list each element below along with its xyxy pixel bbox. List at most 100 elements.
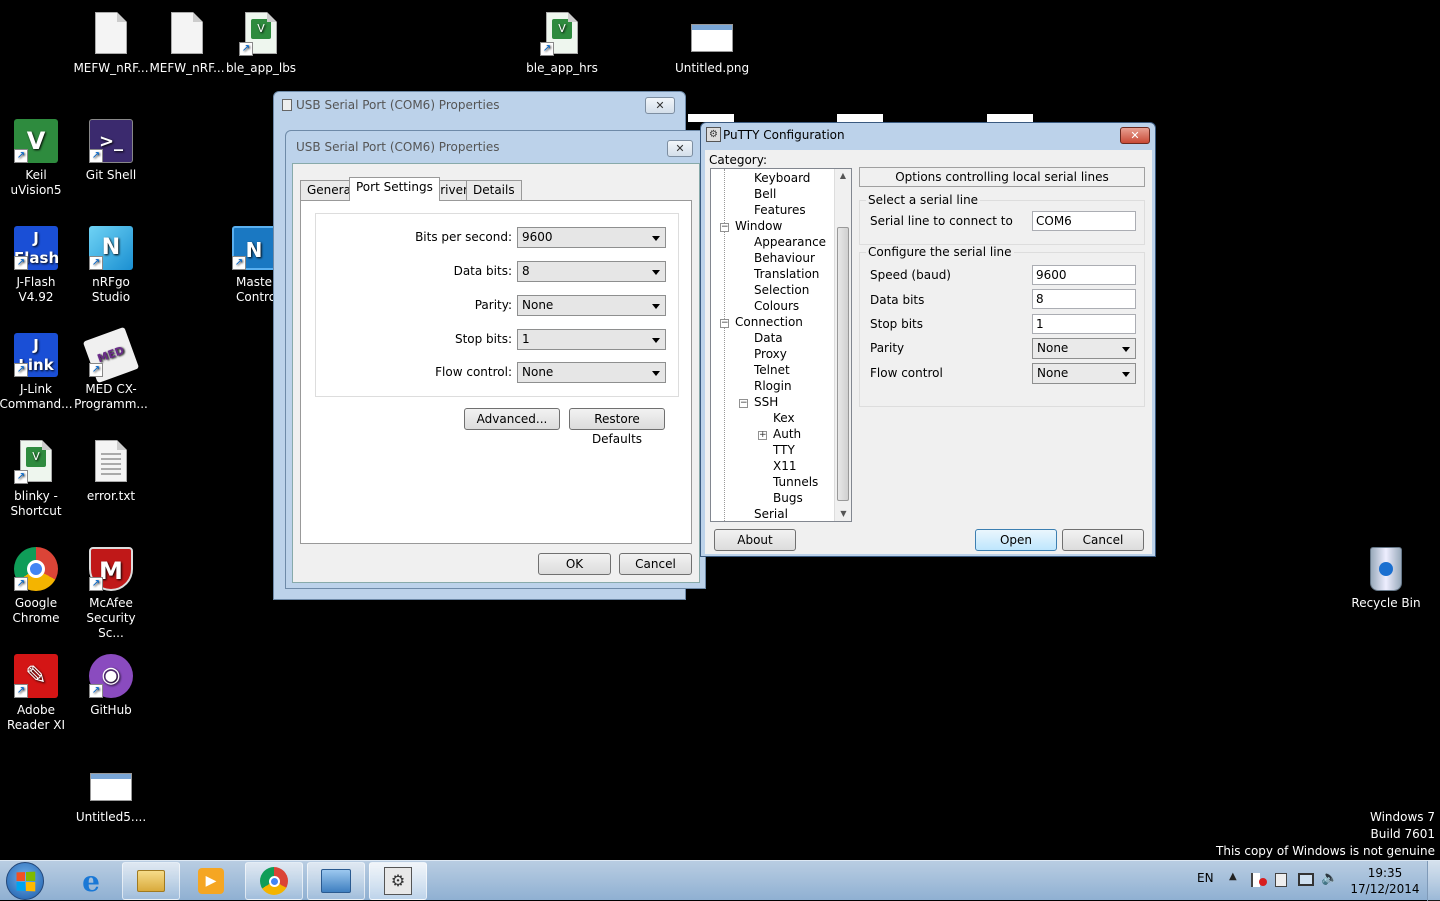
language-indicator[interactable]: EN — [1197, 871, 1214, 885]
image-file-icon — [90, 773, 132, 801]
tree-item-bell[interactable]: Bell — [754, 187, 776, 201]
desktop-icon-nrfgo[interactable]: N ↗ nRFgo Studio — [73, 224, 149, 305]
shortcut-arrow-icon: ↗ — [239, 42, 253, 56]
tree-item-translation[interactable]: Translation — [754, 267, 819, 281]
tree-item-ssh[interactable]: SSH — [754, 395, 778, 409]
cancel-button[interactable]: Cancel — [1062, 529, 1144, 551]
desktop-icon-untitled5[interactable]: Untitled5.... — [73, 759, 149, 825]
clock[interactable]: 19:35 17/12/2014 — [1346, 865, 1424, 897]
tree-scrollbar[interactable]: ▲ ▼ — [834, 169, 851, 521]
ok-button[interactable]: OK — [538, 553, 611, 575]
open-button[interactable]: Open — [975, 529, 1057, 551]
volume-icon[interactable]: 🔈 — [1321, 870, 1338, 886]
image-file-icon — [691, 24, 733, 52]
tree-item-keyboard[interactable]: Keyboard — [754, 171, 810, 185]
data-bits-input[interactable]: 8 — [1032, 289, 1136, 309]
desktop-icon-github[interactable]: ◉ ↗ GitHub — [73, 652, 149, 718]
parity-label: Parity — [870, 341, 905, 355]
desktop-icon-untitled-png[interactable]: Untitled.png — [674, 10, 750, 76]
desktop-icon-adobe-reader[interactable]: ✎ ↗ Adobe Reader XI — [0, 652, 74, 733]
tree-item-connection[interactable]: Connection — [735, 315, 803, 329]
tree-item-selection[interactable]: Selection — [754, 283, 809, 297]
tree-item-bugs[interactable]: Bugs — [773, 491, 803, 505]
desktop-icon-keil[interactable]: V ↗ Keil uVision5 — [0, 117, 74, 198]
taskbar-chrome[interactable] — [245, 862, 303, 900]
shortcut-arrow-icon: ↗ — [89, 363, 103, 377]
desktop-icon-chrome[interactable]: ↗ Google Chrome — [0, 545, 74, 626]
data-bits-select[interactable]: 8 — [517, 261, 666, 282]
collapse-icon[interactable]: − — [739, 399, 748, 408]
shortcut-arrow-icon: ↗ — [14, 577, 28, 591]
show-hidden-icons-icon[interactable]: ▲ — [1229, 871, 1237, 882]
desktop-icon-mcafee[interactable]: M ↗ McAfee Security Sc... — [73, 545, 149, 641]
stop-bits-select[interactable]: 1 — [517, 329, 666, 350]
desktop-icon-label: GitHub — [90, 703, 132, 717]
flow-control-select[interactable]: None — [1032, 363, 1136, 384]
tree-item-features[interactable]: Features — [754, 203, 806, 217]
expand-icon[interactable]: + — [758, 431, 767, 440]
desktop-icon-blinky[interactable]: V ↗ blinky - Shortcut — [0, 438, 74, 519]
scrollbar-thumb[interactable] — [837, 227, 849, 501]
desktop-icon-ble-app-lbs[interactable]: V ↗ ble_app_lbs — [223, 10, 299, 76]
desktop-icon-jflash[interactable]: J Flash ↗ J-Flash V4.92 — [0, 224, 74, 305]
tree-item-telnet[interactable]: Telnet — [754, 363, 790, 377]
tree-item-appearance[interactable]: Appearance — [754, 235, 826, 249]
tree-item-auth[interactable]: Auth — [773, 427, 801, 441]
taskbar-putty[interactable]: ⚙ — [369, 862, 427, 900]
bits-per-second-select[interactable]: 9600 — [517, 227, 666, 248]
close-button[interactable]: ✕ — [1120, 127, 1150, 144]
tab-port-settings[interactable]: Port Settings — [349, 177, 440, 201]
tree-item-window[interactable]: Window — [735, 219, 782, 233]
desktop-icon-error-txt[interactable]: error.txt — [73, 438, 149, 504]
tree-item-colours[interactable]: Colours — [754, 299, 799, 313]
parity-select[interactable]: None — [517, 295, 666, 316]
tree-item-tty[interactable]: TTY — [773, 443, 795, 457]
desktop-icon-ble-app-hrs[interactable]: V ↗ ble_app_hrs — [524, 10, 600, 76]
tree-item-behaviour[interactable]: Behaviour — [754, 251, 815, 265]
tab-details[interactable]: Details — [466, 180, 522, 200]
desktop-icon-mefw-1[interactable]: MEFW_nRF... — [73, 10, 149, 76]
speed-input[interactable]: 9600 — [1032, 265, 1136, 285]
dialog-title: USB Serial Port (COM6) Properties — [296, 140, 500, 154]
flow-control-select[interactable]: None — [517, 362, 666, 383]
parity-select[interactable]: None — [1032, 338, 1136, 359]
taskbar-internet-explorer[interactable]: e — [62, 862, 120, 900]
tree-item-rlogin[interactable]: Rlogin — [754, 379, 792, 393]
tree-item-kex[interactable]: Kex — [773, 411, 795, 425]
network-icon[interactable] — [1298, 873, 1314, 886]
desktop-icon-jlink[interactable]: J Link ↗ J-Link Command... — [0, 331, 74, 412]
tree-item-serial[interactable]: Serial — [754, 507, 788, 521]
collapse-icon[interactable]: − — [720, 223, 729, 232]
show-desktop-button[interactable] — [1427, 861, 1440, 901]
tree-item-proxy[interactable]: Proxy — [754, 347, 787, 361]
close-button[interactable]: ✕ — [645, 97, 675, 114]
cancel-button[interactable]: Cancel — [619, 553, 692, 575]
collapse-icon[interactable]: − — [720, 319, 729, 328]
taskbar-device-manager[interactable] — [307, 862, 365, 900]
taskbar-explorer[interactable] — [122, 862, 180, 900]
windows-update-icon[interactable] — [1275, 873, 1287, 887]
tree-item-x11[interactable]: X11 — [773, 459, 797, 473]
desktop-icon-recycle-bin[interactable]: Recycle Bin — [1348, 545, 1424, 611]
stop-bits-input[interactable]: 1 — [1032, 314, 1136, 334]
desktop-icon-git-shell[interactable]: >_ ↗ Git Shell — [73, 117, 149, 183]
clock-date: 17/12/2014 — [1350, 882, 1420, 896]
scroll-down-icon[interactable]: ▼ — [835, 507, 851, 521]
serial-line-input[interactable]: COM6 — [1032, 211, 1136, 231]
scroll-up-icon[interactable]: ▲ — [835, 169, 851, 183]
taskbar-media-player[interactable]: ▶ — [182, 862, 240, 900]
desktop-icon-mefw-2[interactable]: MEFW_nRF... — [149, 10, 225, 76]
tree-item-data[interactable]: Data — [754, 331, 783, 345]
action-center-flag-icon[interactable] — [1251, 873, 1267, 887]
desktop-icon-master-control[interactable]: N ↗ Maste Contro — [230, 224, 276, 305]
about-button[interactable]: About — [714, 529, 796, 551]
desktop-icon-med-cx[interactable]: MED ↗ MED CX-Programm... — [73, 326, 149, 412]
start-button[interactable] — [6, 862, 44, 900]
restore-defaults-button[interactable]: Restore Defaults — [569, 408, 665, 446]
configure-serial-line-group: Configure the serial line Speed (baud) 9… — [859, 245, 1145, 407]
desktop-icon-label: Untitled.png — [674, 61, 750, 75]
close-button[interactable]: ✕ — [667, 140, 693, 157]
advanced-button[interactable]: Advanced... — [464, 408, 560, 430]
tree-item-tunnels[interactable]: Tunnels — [773, 475, 818, 489]
category-tree[interactable]: Keyboard Bell Features − Window Appearan… — [710, 168, 852, 522]
